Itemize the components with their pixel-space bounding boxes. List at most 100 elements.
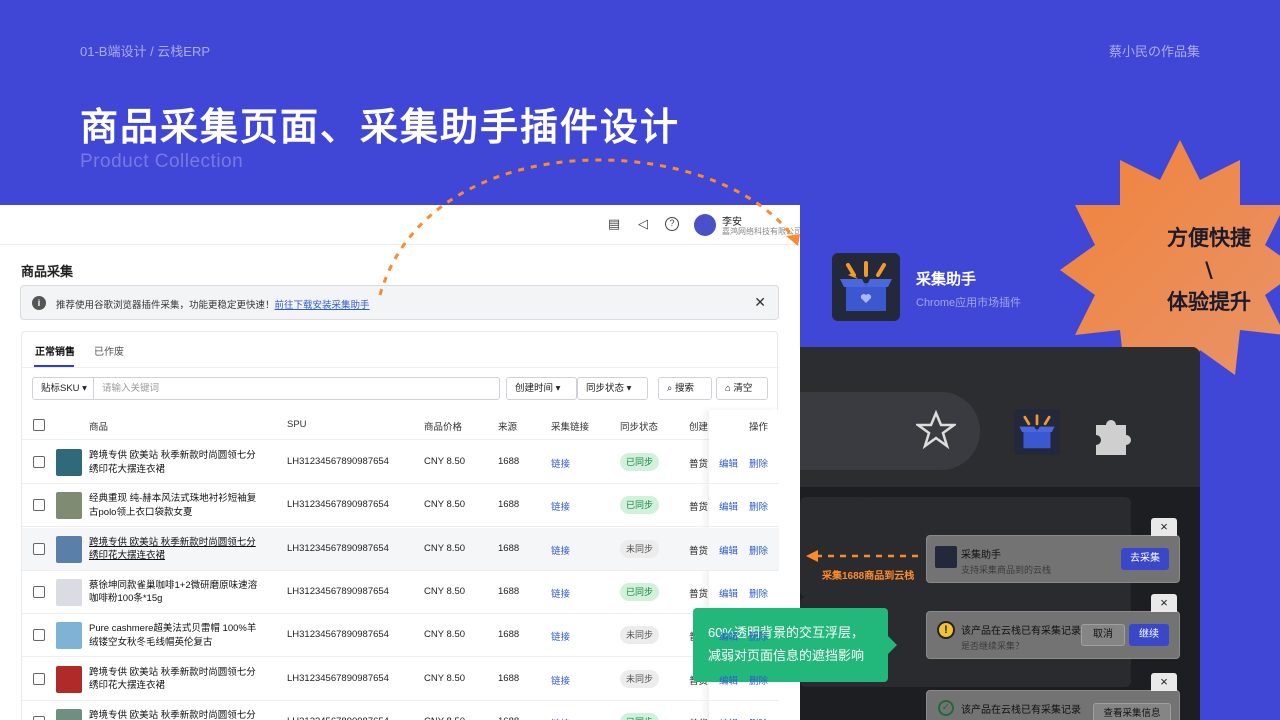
collect-link[interactable]: 链接	[551, 543, 570, 557]
go-collect-button[interactable]: 去采集	[1121, 548, 1169, 570]
collect-link[interactable]: 链接	[551, 499, 570, 513]
cancel-button[interactable]: 取消	[1081, 624, 1125, 646]
price: CNY 8.50	[424, 629, 466, 641]
plugin-name: 采集助手	[916, 271, 977, 288]
delete-link[interactable]: 删除	[749, 629, 768, 643]
close-icon[interactable]: ✕	[754, 294, 766, 311]
collect-link[interactable]: 链接	[551, 586, 570, 600]
plugin-small-icon	[935, 546, 957, 568]
filter-select[interactable]: 贴标SKU ▾	[32, 377, 94, 400]
search-button[interactable]: ⌕ 搜索	[658, 377, 712, 400]
edit-link[interactable]: 编辑	[719, 673, 738, 687]
help-icon[interactable]: ?	[665, 217, 679, 231]
table-row[interactable]: Pure cashmere超美法式贝雷帽 100%羊绒镂空女秋冬毛线帽英伦复古 L…	[22, 614, 779, 658]
delete-link[interactable]: 删除	[749, 716, 768, 720]
row-checkbox[interactable]	[33, 629, 45, 642]
plugin-toolbar-icon[interactable]	[1014, 409, 1060, 455]
source: 1688	[498, 542, 520, 554]
edit-link[interactable]: 编辑	[719, 456, 738, 470]
tab-voided[interactable]: 已作废	[94, 343, 124, 358]
edit-link[interactable]: 编辑	[719, 543, 738, 557]
table-row[interactable]: 跨境专供 欧美站 秋季新款时尚圆领七分绣印花大摆连衣裙 LH31234567890…	[22, 658, 779, 701]
spu-code: LH31234567890987654	[287, 672, 389, 684]
close-icon[interactable]: ×	[1151, 518, 1177, 536]
avatar[interactable]	[694, 214, 716, 236]
col-sync: 同步状态	[620, 422, 659, 433]
row-checkbox[interactable]	[33, 456, 45, 468]
delete-link[interactable]: 删除	[749, 673, 768, 687]
collect-link[interactable]: 链接	[551, 673, 570, 687]
col-created: 创建	[689, 422, 709, 433]
row-checkbox[interactable]	[33, 715, 45, 720]
product-name[interactable]: 经典重现 纯-赫本风法式珠地衬衫短袖复古polo领上衣口袋款女夏	[89, 492, 259, 519]
sync-status-badge: 未同步	[620, 626, 660, 645]
close-icon[interactable]: ×	[1151, 673, 1177, 691]
hero-subtitle: Product Collection	[80, 151, 244, 172]
sort-create-time[interactable]: 创建时间 ▾	[506, 377, 577, 400]
delete-link[interactable]: 删除	[749, 456, 768, 470]
search-input[interactable]: 请输入关键词	[93, 377, 500, 400]
megaphone-icon[interactable]: ◁	[636, 217, 650, 231]
table-row[interactable]: 跨境专供 欧美站 秋季新款时尚圆领七分绣印花大摆连衣裙 LH31234567890…	[22, 527, 779, 571]
price: CNY 8.50	[424, 716, 465, 720]
product-name[interactable]: 跨境专供 欧美站 秋季新款时尚圆领七分绣印花大摆连衣裙	[89, 709, 259, 720]
bookmark-star-icon[interactable]	[916, 410, 956, 450]
view-record-button[interactable]: 查看采集信息	[1093, 703, 1171, 720]
user-company: 嘉鸿网络科技有限公司	[722, 227, 800, 236]
collect-link[interactable]: 链接	[551, 716, 570, 720]
toast-desc: 支持采集商品到的云栈	[961, 565, 1052, 575]
toast-title: 采集助手	[961, 550, 1001, 561]
breadcrumb: 01-B端设计 / 云栈ERP	[80, 44, 211, 59]
product-name[interactable]: 跨境专供 欧美站 秋季新款时尚圆领七分绣印花大摆连衣裙	[89, 449, 259, 476]
close-icon[interactable]: ×	[1151, 594, 1177, 612]
table-row[interactable]: 经典重现 纯-赫本风法式珠地衬衫短袖复古polo领上衣口袋款女夏 LH312345…	[22, 484, 779, 528]
created-type: 普货	[689, 459, 709, 470]
duplicate-toast: × ! 该产品在云栈已有采集记录 是否继续采集？ 取消 继续	[926, 594, 1180, 659]
notice-text: 推荐使用谷歌浏览器插件采集，功能更稳定更快速！前往下载安装采集助手	[56, 300, 370, 311]
clear-button[interactable]: ⌂ 清空	[716, 377, 768, 400]
collect-link[interactable]: 链接	[551, 456, 570, 470]
row-checkbox[interactable]	[33, 499, 45, 512]
overlay-tooltip: 60%透明背景的交互浮层， 减弱对页面信息的遮挡影响	[693, 608, 897, 682]
row-checkbox[interactable]	[33, 542, 45, 555]
sort-sync-status[interactable]: 同步状态 ▾	[577, 377, 648, 400]
toast-title: 该产品在云栈已有采集记录	[961, 626, 1081, 637]
delete-link[interactable]: 删除	[749, 543, 768, 557]
col-source: 来源	[498, 422, 518, 433]
top-bar: ▤ ◁ ? 李安 嘉鸿网络科技有限公司	[0, 205, 800, 245]
toast-title: 该产品在云栈已有采集记录	[961, 705, 1081, 716]
tab-bar: 正常销售 已作废	[22, 332, 779, 368]
product-name[interactable]: Pure cashmere超美法式贝雷帽 100%羊绒镂空女秋冬毛线帽英伦复古	[89, 622, 259, 649]
created-type: 普货	[689, 588, 709, 600]
table-row[interactable]: 跨境专供 欧美站 秋季新款时尚圆领七分绣印花大摆连衣裙 LH31234567890…	[22, 701, 779, 720]
col-link: 采集链接	[551, 422, 590, 433]
edit-link[interactable]: 编辑	[719, 586, 738, 600]
select-all-checkbox[interactable]	[33, 419, 45, 431]
continue-button[interactable]: 继续	[1129, 624, 1169, 646]
price: CNY 8.50	[424, 456, 466, 467]
product-thumbnail	[56, 535, 82, 563]
notes-icon[interactable]: ▤	[607, 217, 621, 231]
product-name[interactable]: 跨境专供 欧美站 秋季新款时尚圆领七分绣印花大摆连衣裙	[89, 536, 259, 563]
edit-link[interactable]: 编辑	[719, 629, 738, 643]
product-name[interactable]: 蔡徐坤同款雀巢咖啡1+2微研磨原味速溶咖啡粉100条*15g	[89, 579, 259, 606]
delete-link[interactable]: 删除	[749, 586, 768, 600]
collect-link[interactable]: 链接	[551, 629, 570, 643]
edit-link[interactable]: 编辑	[719, 716, 738, 720]
product-name[interactable]: 跨境专供 欧美站 秋季新款时尚圆领七分绣印花大摆连衣裙	[89, 666, 259, 693]
toast-desc: 是否继续采集？	[961, 641, 1025, 651]
row-checkbox[interactable]	[33, 585, 45, 598]
row-checkbox[interactable]	[33, 672, 45, 685]
collect-arrow-label: 采集1688商品到云栈	[822, 571, 915, 582]
tab-normal-sale[interactable]: 正常销售	[35, 343, 75, 358]
author-label: 蔡小民の作品集	[1108, 44, 1200, 59]
extensions-puzzle-icon[interactable]	[1090, 409, 1138, 457]
record-toast: × ✓ 该产品在云栈已有采集记录 查看采集信息	[926, 673, 1180, 720]
list-card: 正常销售 已作废 贴标SKU ▾ 请输入关键词 创建时间 ▾ 同步状态 ▾ ⌕ …	[21, 331, 779, 720]
table-row[interactable]: 蔡徐坤同款雀巢咖啡1+2微研磨原味速溶咖啡粉100条*15g LH31234567…	[22, 571, 779, 614]
plugin-desc: Chrome应用市场插件	[916, 297, 1022, 309]
delete-link[interactable]: 删除	[749, 499, 768, 513]
download-plugin-link[interactable]: 前往下载安装采集助手	[275, 300, 370, 311]
table-row[interactable]: 跨境专供 欧美站 秋季新款时尚圆领七分绣印花大摆连衣裙 LH31234567890…	[22, 441, 779, 484]
edit-link[interactable]: 编辑	[719, 499, 738, 513]
